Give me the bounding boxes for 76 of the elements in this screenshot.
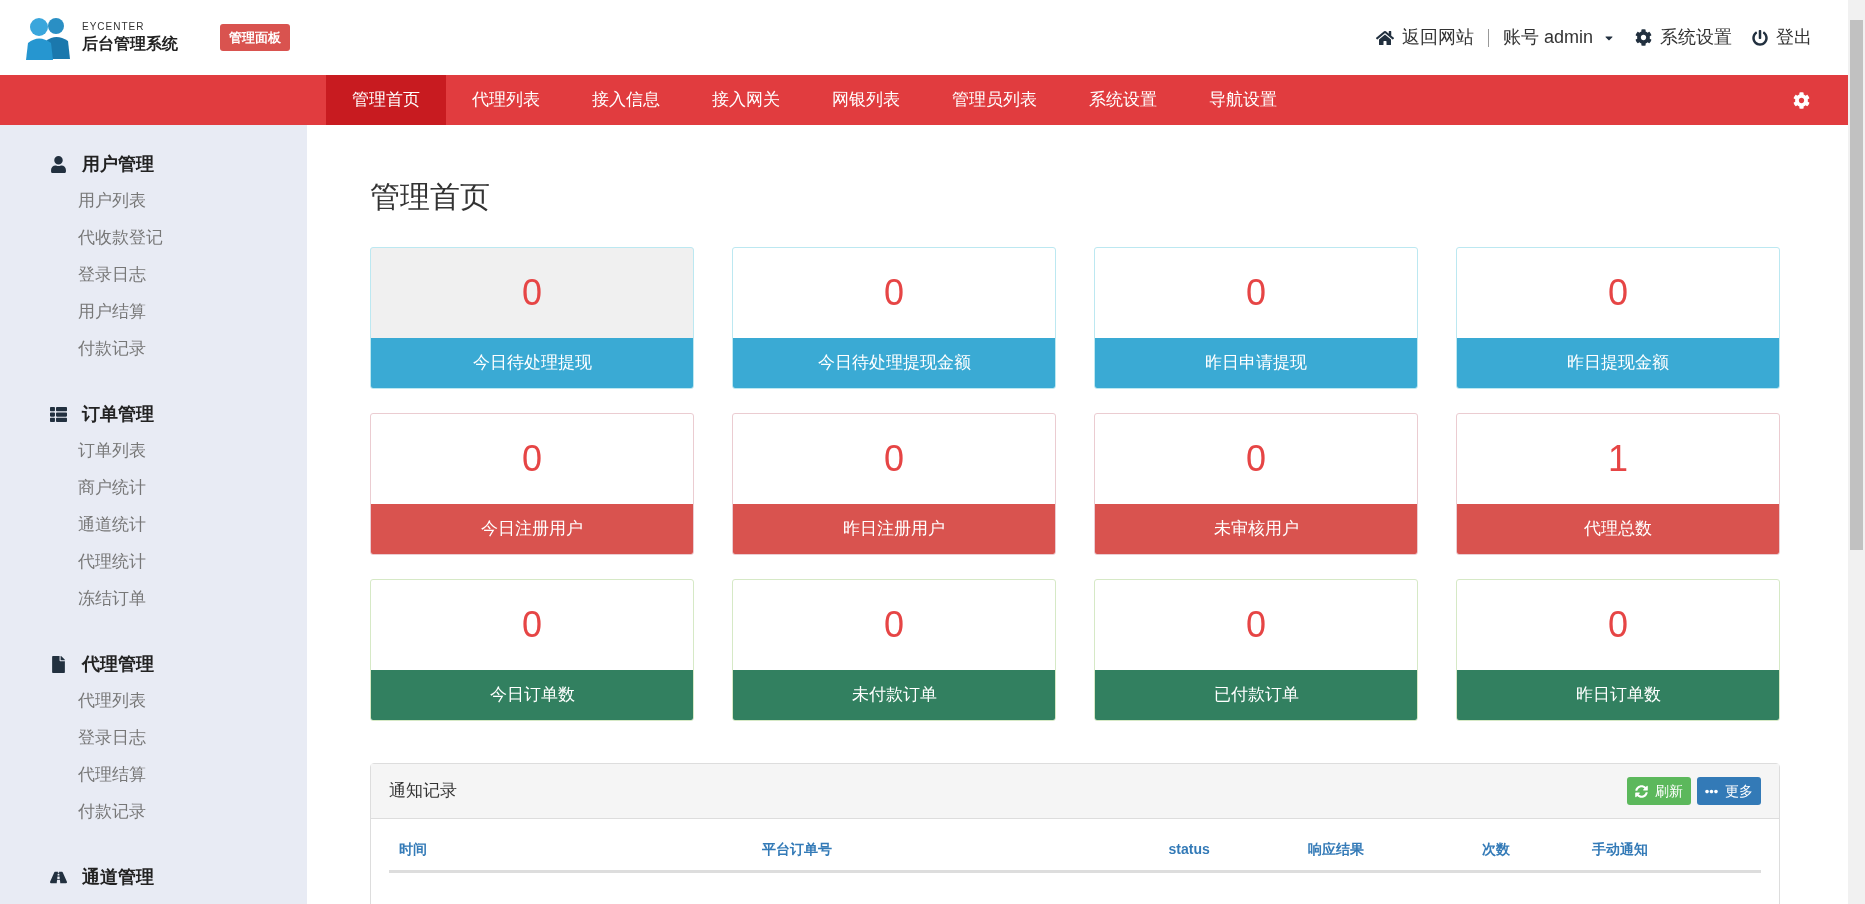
sidebar-item[interactable]: 订单列表 [78, 436, 307, 466]
sidebar-item[interactable]: 代收款登记 [78, 223, 307, 253]
sidebar-item[interactable]: 代理列表 [78, 686, 307, 716]
stat-value: 0 [522, 437, 542, 481]
sidebar-item[interactable]: 登录日志 [78, 260, 307, 290]
stat-label: 昨日申请提现 [1095, 338, 1417, 388]
stat-value: 0 [522, 271, 542, 315]
sidebar-item[interactable]: 代理统计 [78, 547, 307, 577]
stat-value: 0 [1608, 271, 1628, 315]
nav-tab[interactable]: 接入网关 [686, 75, 806, 125]
stat-label: 今日注册用户 [371, 504, 693, 554]
sidebar-item[interactable]: 冻结订单 [78, 584, 307, 614]
stat-label: 未付款订单 [733, 670, 1055, 720]
stat-value: 0 [1246, 437, 1266, 481]
brand-subtitle: EYCENTER [82, 20, 146, 33]
settings-link[interactable]: 系统设置 [1635, 24, 1732, 51]
stat-label: 今日订单数 [371, 670, 693, 720]
nav-tab[interactable]: 接入信息 [566, 75, 686, 125]
sidebar-item[interactable]: 通道统计 [78, 510, 307, 540]
sidebar-item[interactable]: 用户列表 [78, 186, 307, 216]
nav-tab[interactable]: 代理列表 [446, 75, 566, 125]
sidebar-item[interactable]: 付款记录 [78, 334, 307, 364]
stat-value: 0 [522, 603, 542, 647]
more-button[interactable]: 更多 [1697, 777, 1761, 805]
refresh-icon [1635, 784, 1648, 798]
column-header: status [1168, 840, 1211, 859]
refresh-button[interactable]: 刷新 [1627, 777, 1691, 805]
settings-icon[interactable] [1793, 91, 1810, 109]
stat-value: 0 [884, 603, 904, 647]
stat-value: 0 [1246, 603, 1266, 647]
sidebar-item[interactable]: 商户统计 [78, 473, 307, 503]
sidebar-item[interactable]: 登录日志 [78, 723, 307, 753]
stat-value: 0 [884, 437, 904, 481]
column-header: 手动通知 [1591, 840, 1649, 859]
sidebar-group-title: 通道管理 [82, 865, 154, 889]
scrollbar[interactable] [1848, 0, 1865, 904]
column-header: 平台订单号 [762, 840, 834, 859]
sidebar-item[interactable]: 用户结算 [78, 297, 307, 327]
stat-label: 昨日订单数 [1457, 670, 1779, 720]
account-dropdown[interactable]: 账号 admin [1502, 24, 1615, 51]
stat-value: 0 [1246, 271, 1266, 315]
user-icon [50, 155, 67, 173]
column-header: 次数 [1482, 840, 1512, 859]
sidebar-group-title: 代理管理 [82, 652, 154, 676]
sidebar-item[interactable]: 付款记录 [78, 797, 307, 827]
settings-icon [1635, 29, 1652, 46]
stat-label: 昨日提现金额 [1457, 338, 1779, 388]
sidebar-item[interactable]: 代理结算 [78, 760, 307, 790]
nav-tab[interactable]: 网银列表 [806, 75, 926, 125]
stat-value: 0 [1608, 603, 1628, 647]
stat-label: 代理总数 [1457, 504, 1779, 554]
stat-value: 1 [1608, 437, 1628, 481]
stat-value: 0 [884, 271, 904, 315]
list-icon [50, 405, 67, 423]
panel-title: 通知记录 [389, 780, 457, 803]
column-header: 时间 [399, 840, 428, 859]
stat-label: 今日待处理提现 [371, 338, 693, 388]
home-icon [1375, 28, 1394, 47]
sidebar-group-title: 订单管理 [82, 402, 154, 426]
nav-tab[interactable]: 管理员列表 [926, 75, 1063, 125]
nav-tab[interactable]: 系统设置 [1063, 75, 1183, 125]
nav-tab[interactable]: 导航设置 [1183, 75, 1303, 125]
sidebar-group-title: 用户管理 [82, 152, 154, 176]
stat-label: 已付款订单 [1095, 670, 1417, 720]
logout-link[interactable]: 登出 [1752, 24, 1812, 51]
stat-label: 昨日注册用户 [733, 504, 1055, 554]
brand-title: 后台管理系统 [82, 33, 178, 54]
nav-tab[interactable]: 管理首页 [326, 75, 446, 125]
stat-label: 未审核用户 [1095, 504, 1417, 554]
column-header: 响应结果 [1307, 840, 1365, 859]
file-icon [50, 655, 67, 673]
page-title: 管理首页 [370, 179, 491, 215]
stat-label: 今日待处理提现金额 [733, 338, 1055, 388]
panel-badge: 管理面板 [220, 23, 290, 52]
power-icon [1752, 29, 1768, 46]
home-link[interactable]: 返回网站 [1375, 24, 1474, 51]
